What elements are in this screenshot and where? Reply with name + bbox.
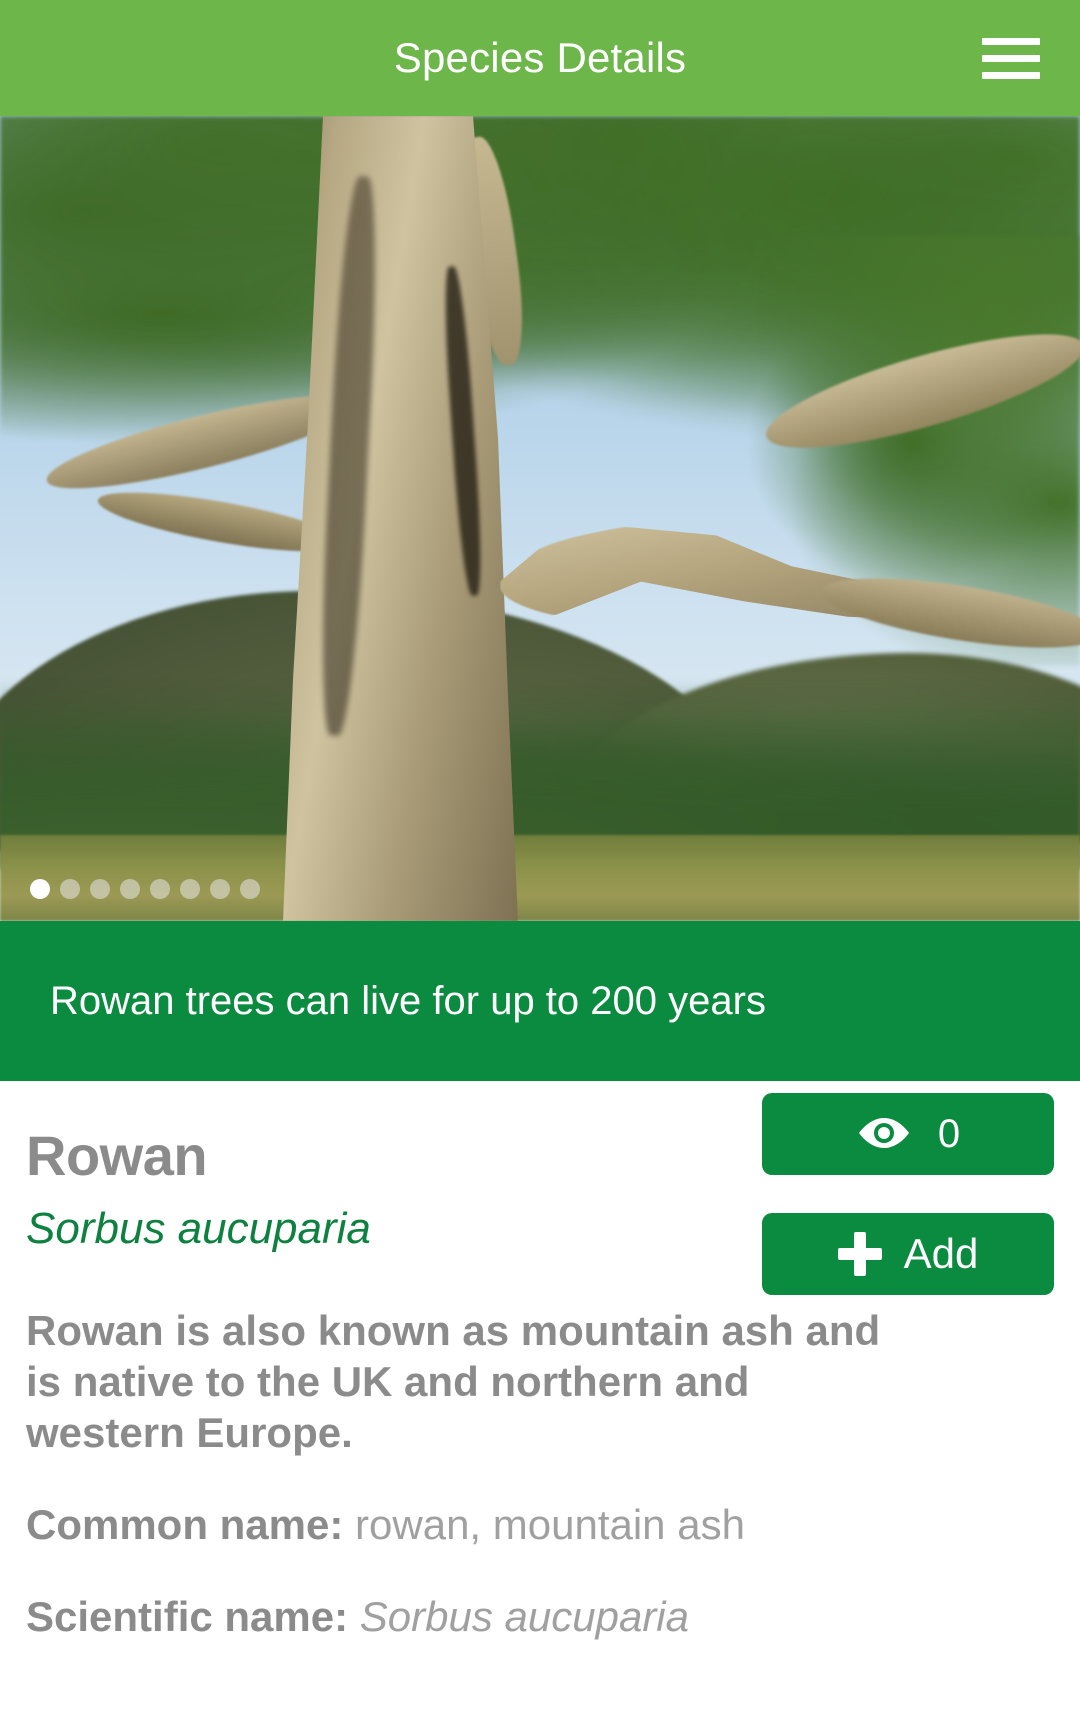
- carousel-dot-3[interactable]: [90, 879, 110, 899]
- hamburger-bar-2: [982, 54, 1040, 62]
- hamburger-bar-3: [982, 71, 1040, 79]
- carousel-dot-6[interactable]: [180, 879, 200, 899]
- hero-illustration: [0, 116, 1080, 921]
- fact-banner-text: Rowan trees can live for up to 200 years: [50, 979, 766, 1023]
- add-button[interactable]: Add: [762, 1213, 1054, 1295]
- detail-row-common-name: Common name: rowan, mountain ash: [26, 1499, 1054, 1552]
- fact-banner: Rowan trees can live for up to 200 years: [0, 921, 1080, 1081]
- views-button[interactable]: 0: [762, 1093, 1054, 1175]
- species-description: Rowan is also known as mountain ash and …: [26, 1306, 881, 1457]
- species-hero-image[interactable]: [0, 116, 1080, 921]
- plus-icon: [837, 1232, 882, 1276]
- action-buttons: 0 Add: [762, 1093, 1054, 1295]
- species-details-screen: Species Details Rowan trees can live for…: [0, 0, 1080, 1720]
- carousel-dot-8[interactable]: [240, 879, 260, 899]
- grass-layer: [0, 835, 1080, 921]
- species-content: Rowan Sorbus aucuparia 0 Add Rowan is al…: [0, 1081, 1080, 1644]
- carousel-dots[interactable]: [30, 879, 260, 899]
- carousel-dot-7[interactable]: [210, 879, 230, 899]
- carousel-dot-5[interactable]: [150, 879, 170, 899]
- species-name-block: Rowan Sorbus aucuparia 0 Add: [26, 1081, 1054, 1295]
- page-title: Species Details: [393, 34, 687, 81]
- detail-value-common-name: rowan, mountain ash: [355, 1500, 745, 1548]
- carousel-dot-2[interactable]: [60, 879, 80, 899]
- hamburger-menu-icon[interactable]: [982, 31, 1046, 85]
- views-count: 0: [937, 1111, 961, 1156]
- hamburger-bar-1: [982, 37, 1040, 45]
- detail-row-scientific-name: Scientific name: Sorbus aucuparia: [26, 1591, 1054, 1644]
- detail-value-scientific-name: Sorbus aucuparia: [359, 1593, 689, 1641]
- detail-label-common-name: Common name:: [26, 1500, 344, 1548]
- eye-icon: [856, 1116, 912, 1153]
- add-button-label: Add: [903, 1230, 979, 1277]
- detail-label-scientific-name: Scientific name:: [26, 1593, 349, 1641]
- carousel-dot-4[interactable]: [120, 879, 140, 899]
- app-header: Species Details: [0, 0, 1080, 116]
- carousel-dot-1[interactable]: [30, 879, 50, 899]
